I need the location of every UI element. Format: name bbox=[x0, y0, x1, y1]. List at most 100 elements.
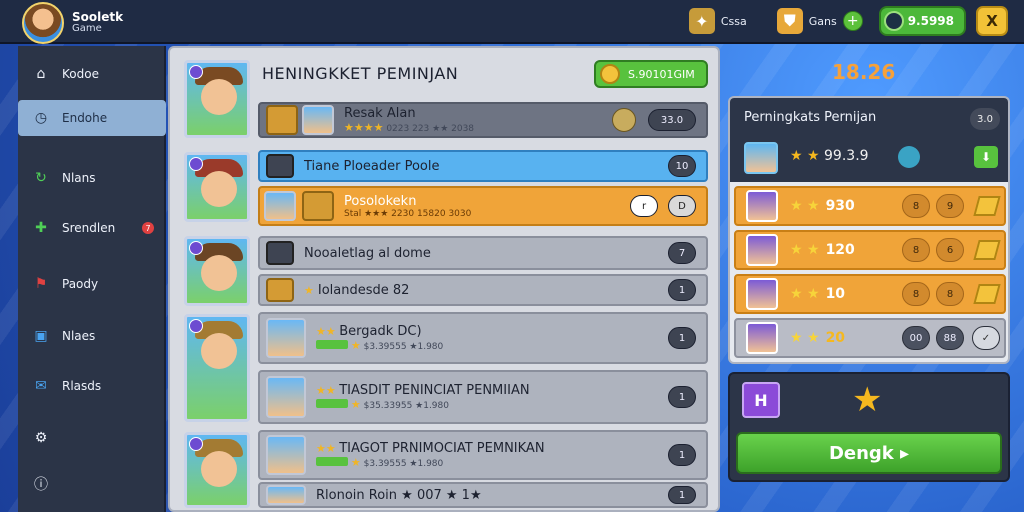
close-button[interactable]: X bbox=[976, 6, 1008, 36]
list-item-selected[interactable]: Posolokekn Stal ★★★ 2230 15820 3030 r D bbox=[258, 186, 708, 226]
rank-pill-1[interactable]: 8 bbox=[902, 238, 930, 262]
dice-icon bbox=[266, 241, 294, 265]
add-icon[interactable]: + bbox=[842, 11, 863, 31]
sidebar-item-info[interactable]: ⓘ bbox=[18, 466, 166, 502]
gold-bar-icon bbox=[973, 240, 1001, 260]
sidebar-item-label: Kodoe bbox=[62, 67, 99, 81]
row-action-2[interactable]: D bbox=[668, 195, 696, 217]
hero-portrait[interactable] bbox=[184, 432, 250, 508]
row-title: Rlonoin Roin ★ 007 ★ 1★ bbox=[316, 487, 482, 503]
rank-row[interactable]: ★ ★ 120 8 6 bbox=[734, 230, 1006, 270]
coins-value: 9.5998 bbox=[907, 14, 954, 28]
rank-avatar bbox=[746, 234, 778, 266]
list-item[interactable]: ★★ TIASDIT PENINCIAT PENMIIAN ★ $35.3395… bbox=[258, 370, 708, 424]
rank-row[interactable]: ★ ★ 10 8 8 bbox=[734, 274, 1006, 314]
star-icon: ★ bbox=[304, 283, 314, 297]
rank-row[interactable]: ★ ★ 930 8 9 bbox=[734, 186, 1006, 226]
star-icon: ★ ★ bbox=[790, 198, 820, 214]
ranking-header: Perningkats Pernijan 3.0 ★ ★ 99.3.9 ⬇ bbox=[730, 98, 1008, 182]
download-button[interactable]: ⬇ bbox=[974, 146, 998, 168]
row-value: 1 bbox=[668, 444, 696, 466]
sidebar-item-active[interactable]: ◷ Endohe bbox=[18, 100, 166, 136]
list-item-highlight[interactable]: Tiane Ploeader Poole 10 bbox=[258, 150, 708, 182]
item-icon bbox=[266, 278, 294, 302]
ranking-panel: Perningkats Pernijan 3.0 ★ ★ 99.3.9 ⬇ ★ … bbox=[728, 96, 1010, 364]
item-avatar bbox=[264, 191, 296, 221]
sidebar-item-label: Srendlen bbox=[62, 221, 116, 235]
topbar-item-2-label: Gans bbox=[808, 14, 837, 28]
sidebar-item-home[interactable]: ⌂ Kodoe bbox=[18, 56, 166, 92]
gold-bar-icon bbox=[973, 196, 1001, 216]
topbar-item-2[interactable]: ⛊ Gans + bbox=[776, 8, 863, 34]
rank-pill-2[interactable]: 6 bbox=[936, 238, 964, 262]
player-avatar[interactable] bbox=[744, 142, 778, 174]
star-icon: ★ bbox=[852, 380, 883, 420]
speed-icon[interactable] bbox=[612, 108, 636, 132]
row-value: 33.0 bbox=[648, 109, 696, 131]
gem-icon bbox=[898, 146, 920, 168]
badge-icon[interactable]: H bbox=[742, 382, 780, 418]
gold-bar-icon bbox=[973, 284, 1001, 304]
list-item[interactable]: Nooaletlag al dome 7 bbox=[258, 236, 708, 270]
coins-display[interactable]: 9.5998 bbox=[878, 6, 966, 36]
list-item[interactable]: Resak Alan ★★★★ 0223 223 ★★ 2038 33.0 bbox=[258, 102, 708, 138]
sidebar-item-label: Nlaes bbox=[62, 329, 96, 343]
row-title: Bergadk DC) bbox=[339, 324, 422, 339]
sidebar-item-rlasds[interactable]: ✉ Rlasds bbox=[18, 368, 166, 404]
hero-portrait[interactable] bbox=[184, 314, 250, 422]
row-title: Resak Alan bbox=[344, 106, 416, 121]
item-avatar bbox=[302, 105, 334, 135]
row-title: Nooaletlag al dome bbox=[304, 245, 431, 261]
sidebar-item-plans[interactable]: ↻ Nlans bbox=[18, 160, 166, 196]
hero-portrait[interactable] bbox=[184, 152, 250, 222]
brand-subtitle: Game bbox=[72, 23, 102, 34]
rank-pill-1[interactable]: 8 bbox=[902, 282, 930, 306]
sidebar-item-nlaes[interactable]: ▣ Nlaes bbox=[18, 318, 166, 354]
rank-value: 120 bbox=[825, 242, 855, 258]
row-stats: $3.39555 ★1.980 bbox=[363, 459, 444, 469]
player-avatar[interactable] bbox=[22, 2, 64, 44]
continue-button[interactable]: Dengk ▸ bbox=[736, 432, 1002, 474]
topbar-item-1-label: Cssa bbox=[720, 14, 747, 28]
check-icon[interactable]: ✓ bbox=[972, 326, 1000, 350]
puzzle-icon: ✚ bbox=[35, 220, 47, 236]
hero-portrait[interactable] bbox=[184, 60, 250, 138]
item-avatar bbox=[266, 485, 306, 505]
list-item[interactable]: Rlonoin Roin ★ 007 ★ 1★ 1 bbox=[258, 482, 708, 508]
sidebar-item-srendlen[interactable]: ✚ Srendlen 7 bbox=[18, 210, 166, 246]
top-bar: Sooletk Game ✦ Cssa ⛊ Gans + 9.5998 X bbox=[0, 0, 1024, 44]
item-avatar bbox=[266, 376, 306, 418]
hero-portrait[interactable] bbox=[184, 236, 250, 306]
sidebar-item-paody[interactable]: ⚑ Paody bbox=[18, 266, 166, 302]
chest-icon bbox=[302, 191, 334, 221]
square-icon: ▣ bbox=[34, 328, 48, 344]
rank-pill-2[interactable]: 8 bbox=[936, 282, 964, 306]
list-item[interactable]: ★★ Bergadk DC) ★ $3.39555 ★1.980 1 bbox=[258, 312, 708, 364]
row-value: 1 bbox=[668, 279, 696, 301]
topbar-item-1[interactable]: ✦ Cssa bbox=[688, 8, 747, 34]
rank-pill-1[interactable]: 00 bbox=[902, 326, 930, 350]
home-icon: ⌂ bbox=[36, 66, 46, 82]
coin-icon bbox=[600, 64, 620, 84]
sidebar-item-settings[interactable]: ⚙ bbox=[18, 420, 166, 456]
row-stats: Stal ★★★ 2230 15820 3030 bbox=[344, 208, 472, 219]
sidebar: ⌂ Kodoe ◷ Endohe ↻ Nlans ✚ Srendlen 7 ⚑ … bbox=[18, 46, 166, 512]
notification-badge: 7 bbox=[142, 222, 154, 234]
gold-button[interactable]: S.90101GIM bbox=[594, 60, 708, 88]
rank-value: 930 bbox=[825, 198, 855, 214]
list-item[interactable]: ★★ TIAGOT PRNIMOCIAT PEMNIKAN ★ $3.39555… bbox=[258, 430, 708, 480]
row-title: Tiane Ploeader Poole bbox=[304, 158, 440, 174]
total-score: 18.26 bbox=[832, 60, 896, 84]
rank-row[interactable]: ★ ★ 20 00 88 ✓ bbox=[734, 318, 1006, 358]
row-title: Iolandesde 82 bbox=[317, 282, 410, 298]
brand: Sooletk Game bbox=[22, 2, 123, 44]
row-title: Posolokekn bbox=[344, 193, 417, 209]
action-panel: H ★ Dengk ▸ bbox=[728, 372, 1010, 482]
rank-pill-2[interactable]: 9 bbox=[936, 194, 964, 218]
rank-pill-1[interactable]: 8 bbox=[902, 194, 930, 218]
list-item[interactable]: ★ Iolandesde 82 1 bbox=[258, 274, 708, 306]
rank-avatar bbox=[746, 322, 778, 354]
row-action-1[interactable]: r bbox=[630, 195, 658, 217]
rank-pill-2[interactable]: 88 bbox=[936, 326, 964, 350]
sidebar-item-label: Paody bbox=[62, 277, 99, 291]
